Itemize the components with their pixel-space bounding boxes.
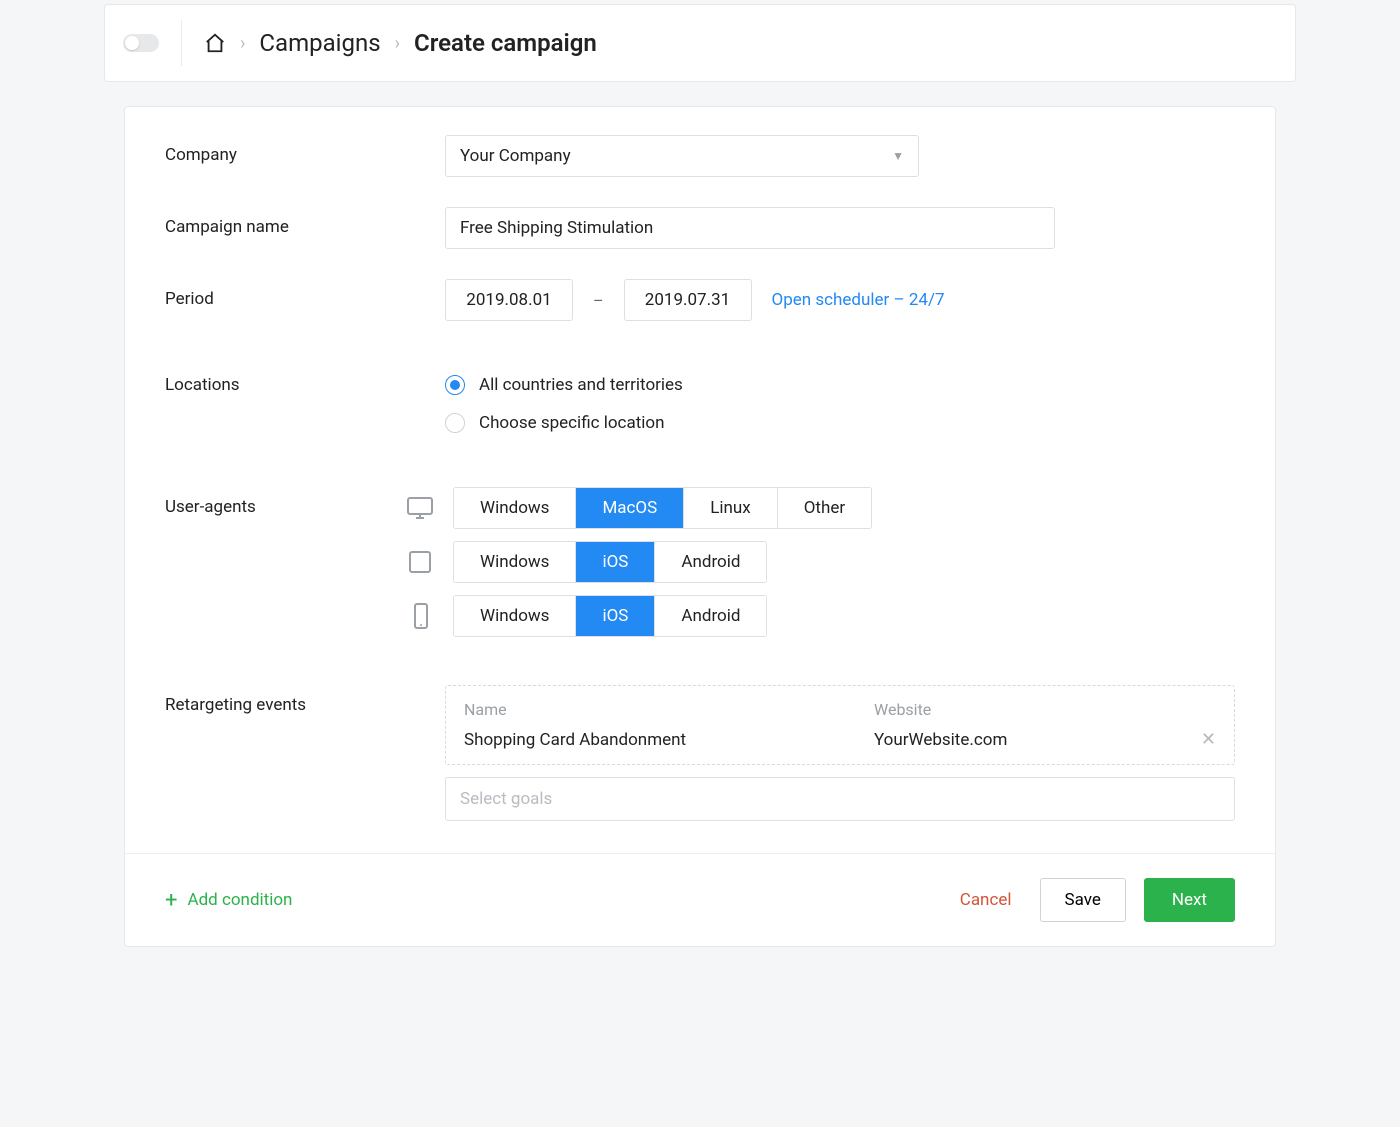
tablet-icon	[405, 550, 435, 574]
campaign-name-input[interactable]: Free Shipping Stimulation	[445, 207, 1055, 249]
chevron-right-icon: ›	[240, 33, 245, 54]
breadcrumb-bar: › Campaigns › Create campaign	[104, 4, 1296, 82]
retargeting-header-website: Website	[874, 700, 931, 719]
ua-tablet-android-button[interactable]: Android	[655, 542, 766, 582]
retargeting-event-name: Shopping Card Abandonment	[464, 730, 874, 750]
add-condition-button[interactable]: + Add condition	[165, 888, 292, 913]
ua-tablet-windows-button[interactable]: Windows	[454, 542, 576, 582]
location-specific-label: Choose specific location	[479, 413, 664, 433]
ua-desktop-other-button[interactable]: Other	[778, 488, 871, 528]
retargeting-event-site: YourWebsite.com	[874, 730, 1189, 750]
home-icon[interactable]	[204, 32, 226, 54]
chevron-right-icon: ›	[395, 33, 400, 54]
label-campaign-name: Campaign name	[165, 207, 445, 237]
form-footer: + Add condition Cancel Save Next	[125, 853, 1275, 946]
goals-placeholder: Select goals	[460, 789, 552, 809]
period-start-input[interactable]: 2019.08.01	[445, 279, 573, 321]
ua-tablet-group: WindowsiOSAndroid	[453, 541, 767, 583]
remove-event-icon[interactable]: ✕	[1189, 729, 1216, 750]
label-period: Period	[165, 279, 445, 309]
retargeting-event-box: Name Website Shopping Card Abandonment Y…	[445, 685, 1235, 765]
company-select[interactable]: Your Company ▼	[445, 135, 919, 177]
location-all-label: All countries and territories	[479, 375, 683, 395]
desktop-icon	[405, 496, 435, 520]
label-retargeting: Retargeting events	[165, 685, 445, 715]
radio-checked-icon	[445, 375, 465, 395]
next-button[interactable]: Next	[1144, 878, 1235, 922]
plus-icon: +	[165, 888, 177, 913]
location-option-specific[interactable]: Choose specific location	[445, 413, 1235, 433]
campaign-name-value: Free Shipping Stimulation	[460, 218, 653, 238]
ua-mobile-group: WindowsiOSAndroid	[453, 595, 767, 637]
cancel-button[interactable]: Cancel	[960, 890, 1012, 910]
caret-down-icon: ▼	[892, 149, 904, 163]
label-locations: Locations	[165, 375, 445, 395]
ua-desktop-linux-button[interactable]: Linux	[684, 488, 777, 528]
breadcrumb: › Campaigns › Create campaign	[204, 29, 597, 57]
radio-unchecked-icon	[445, 413, 465, 433]
breadcrumb-campaigns[interactable]: Campaigns	[259, 29, 380, 57]
select-goals-input[interactable]: Select goals	[445, 777, 1235, 821]
label-user-agents: User-agents	[165, 487, 405, 517]
mobile-icon	[405, 602, 435, 630]
ua-mobile-android-button[interactable]: Android	[655, 596, 766, 636]
ua-desktop-group: WindowsMacOSLinuxOther	[453, 487, 872, 529]
ua-desktop-macos-button[interactable]: MacOS	[576, 488, 684, 528]
save-button[interactable]: Save	[1040, 878, 1126, 922]
divider	[181, 20, 182, 66]
toggle-switch[interactable]	[123, 34, 159, 52]
breadcrumb-current: Create campaign	[414, 29, 597, 57]
ua-mobile-windows-button[interactable]: Windows	[454, 596, 576, 636]
add-condition-label: Add condition	[187, 890, 292, 910]
location-option-all[interactable]: All countries and territories	[445, 375, 1235, 395]
period-dash: –	[593, 291, 604, 310]
ua-tablet-ios-button[interactable]: iOS	[576, 542, 655, 582]
ua-mobile-ios-button[interactable]: iOS	[576, 596, 655, 636]
ua-desktop-windows-button[interactable]: Windows	[454, 488, 576, 528]
label-company: Company	[165, 135, 445, 165]
retargeting-header-name: Name	[464, 700, 874, 719]
form-card: Company Your Company ▼ Campaign name Fre…	[124, 106, 1276, 947]
open-scheduler-link[interactable]: Open scheduler – 24/7	[772, 290, 945, 310]
company-selected-value: Your Company	[460, 146, 571, 166]
period-end-input[interactable]: 2019.07.31	[624, 279, 752, 321]
